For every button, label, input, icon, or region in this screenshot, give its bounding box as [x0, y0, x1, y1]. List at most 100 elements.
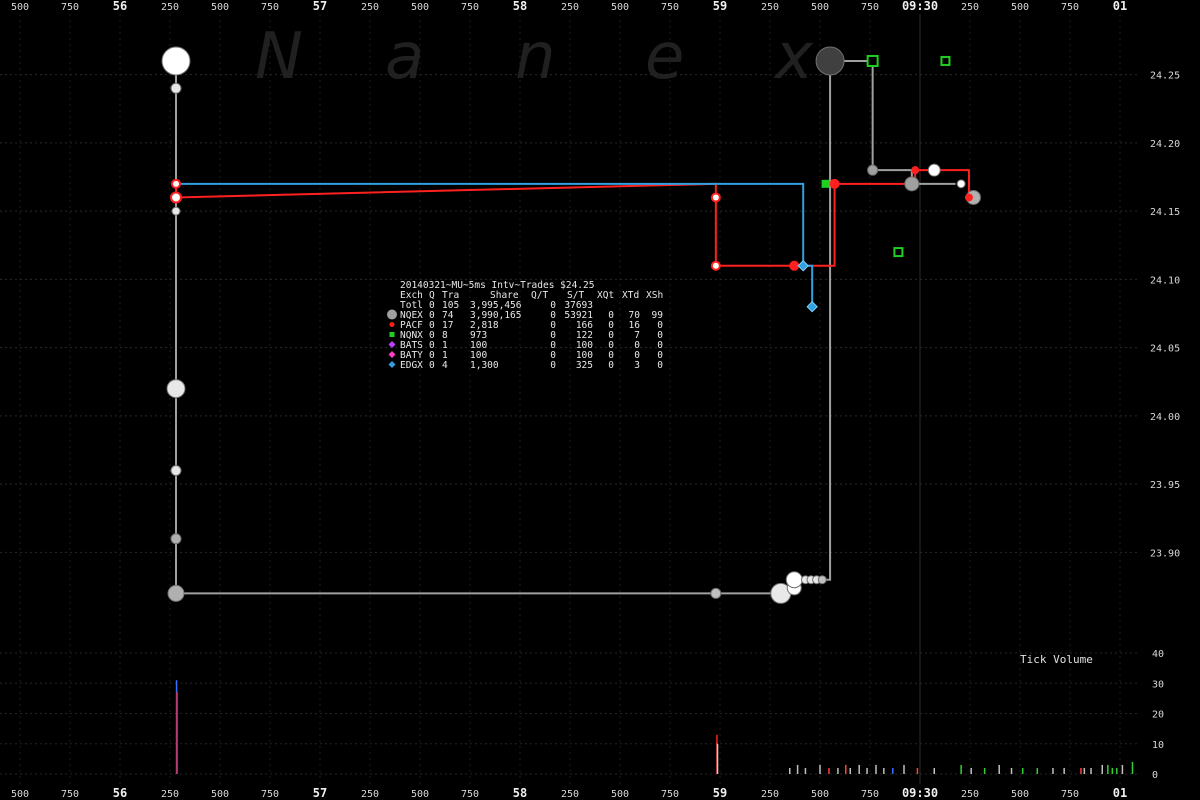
nanex-watermark: Na n e x: [255, 20, 814, 94]
time-tick-label: 500: [11, 789, 29, 800]
trade-point-pacf: [789, 260, 800, 271]
legend-header-cell: XQt: [597, 290, 614, 301]
time-tick-label: 750: [1061, 2, 1079, 13]
time-tick-label: 750: [661, 789, 679, 800]
time-tick-label: 500: [811, 789, 829, 800]
watermark-letter: n: [515, 20, 556, 94]
trade-point-nqex: [167, 584, 185, 602]
time-tick-label: 250: [761, 789, 779, 800]
trade-point-nqex: [170, 465, 182, 477]
time-tick-label: 57: [313, 786, 327, 800]
time-tick-label: 57: [313, 0, 327, 13]
volume-tick-label: 0: [1152, 770, 1158, 781]
time-tick-label: 750: [461, 789, 479, 800]
time-tick-label: 250: [561, 789, 579, 800]
legend-cell: 1,300: [470, 360, 499, 371]
trade-point-pacf: [710, 260, 721, 271]
time-tick-label: 750: [261, 789, 279, 800]
trade-point-nqex: [785, 571, 803, 589]
trade-point-pacf: [710, 192, 721, 203]
price-tick-label: 24.05: [1150, 344, 1180, 355]
legend: 20140321~MU~5ms Intv~Trades $24.25 Exch Q…: [387, 280, 663, 371]
trade-point-nqex: [170, 533, 182, 545]
legend-cell: 325: [576, 360, 593, 371]
legend-header-cell: Q/T: [531, 290, 548, 301]
time-tick-label: 750: [661, 2, 679, 13]
price-tick-label: 23.95: [1150, 480, 1180, 491]
series-line-nqex: [175, 59, 956, 595]
trade-point-nqnx: [866, 54, 879, 67]
legend-marker: [388, 351, 396, 358]
time-tick-label: 750: [861, 789, 879, 800]
trade-chart: Na n e x 24.25 24.20 24.15 24.10 24.05 24.00 23.9…: [0, 0, 1180, 800]
legend-cell: 3: [634, 360, 640, 371]
legend-marker: [389, 332, 395, 337]
time-tick-label: 250: [161, 2, 179, 13]
trade-point-nqex: [815, 46, 845, 76]
legend-header-cell: XTd: [622, 290, 639, 301]
grid-lines: [0, 14, 1140, 784]
time-tick-label: 750: [61, 2, 79, 13]
trade-point-pacf: [829, 178, 840, 189]
time-tick-label: 58: [513, 0, 527, 13]
time-tick-label: 58: [513, 786, 527, 800]
trade-point-nqex: [927, 163, 941, 177]
volume-tick-label: 10: [1152, 740, 1164, 751]
legend-cell: 0: [608, 360, 614, 371]
time-tick-label: 500: [211, 2, 229, 13]
trade-point-pacf: [964, 193, 973, 202]
series-points: [161, 46, 981, 604]
legend-cell: 0: [550, 360, 556, 371]
time-tick-label: 250: [561, 2, 579, 13]
time-tick-label: 500: [611, 789, 629, 800]
time-tick-label: 750: [461, 2, 479, 13]
trade-point-pacf: [170, 191, 182, 204]
trade-point-edgx: [806, 300, 818, 313]
time-tick-label: 09:30: [902, 786, 938, 800]
trade-point-edgx: [797, 260, 809, 272]
watermark-letter: a: [385, 20, 424, 94]
price-tick-label: 24.10: [1150, 275, 1180, 286]
time-tick-label: 250: [961, 2, 979, 13]
time-tick-label: 500: [411, 2, 429, 13]
time-tick-label: 500: [211, 789, 229, 800]
volume-axis: 40 30 20 10 0: [1152, 649, 1164, 781]
volume-tick-label: 20: [1152, 710, 1164, 721]
time-tick-label: 750: [261, 2, 279, 13]
trade-point-pacf: [911, 166, 920, 175]
time-tick-label: 750: [1061, 789, 1079, 800]
trade-point-nqex: [170, 82, 182, 94]
price-tick-label: 24.20: [1150, 139, 1180, 150]
price-axis: 24.25 24.20 24.15 24.10 24.05 24.00 23.95 23.90: [1150, 71, 1180, 560]
legend-marker: [388, 361, 396, 368]
trade-point-nqnx: [940, 55, 951, 66]
time-tick-label: 59: [713, 786, 727, 800]
time-tick-label: 250: [761, 2, 779, 13]
legend-cell: 4: [442, 360, 448, 371]
trade-point-nqnx: [893, 247, 904, 258]
time-tick-label: 500: [411, 789, 429, 800]
time-axis-top: 500 750 56 250 500 750 57 250 500 750 58 250 500 750 5…: [11, 0, 1127, 13]
volume-tick-label: 30: [1152, 679, 1164, 690]
series-lines: [175, 59, 970, 595]
time-tick-label: 750: [861, 2, 879, 13]
trade-point-nqex: [710, 587, 722, 599]
trade-point-nqnx: [821, 179, 830, 188]
trade-point-nqex: [956, 179, 966, 189]
legend-marker: [389, 322, 395, 327]
time-tick-label: 56: [113, 786, 127, 800]
watermark-letter: e: [645, 20, 684, 94]
time-tick-label: 250: [961, 789, 979, 800]
trade-point-nqex: [166, 379, 186, 399]
price-tick-label: 24.15: [1150, 207, 1180, 218]
time-tick-label: 09:30: [902, 0, 938, 13]
time-tick-label: 56: [113, 0, 127, 13]
trade-point-pacf: [171, 178, 181, 189]
trade-point-nqex: [867, 164, 879, 176]
time-tick-label: 01: [1113, 0, 1127, 13]
watermark-letter: N: [255, 20, 303, 94]
time-tick-label: 250: [161, 789, 179, 800]
time-tick-label: 500: [1011, 789, 1029, 800]
trade-point-nqex: [817, 575, 827, 585]
time-tick-label: 01: [1113, 786, 1127, 800]
